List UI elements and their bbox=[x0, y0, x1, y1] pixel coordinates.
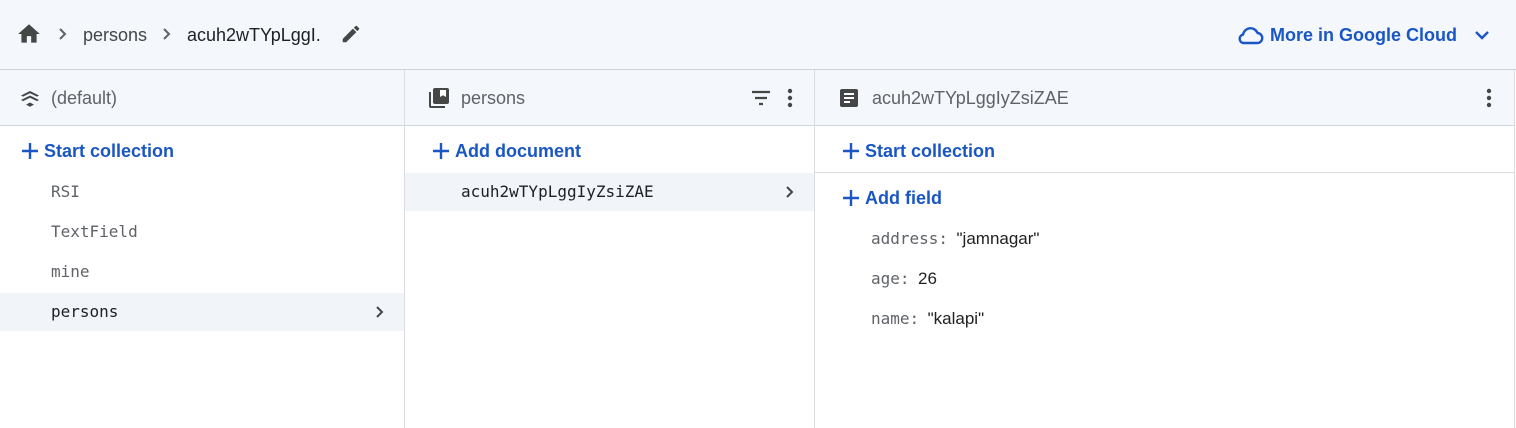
add-field-button[interactable]: Add field bbox=[841, 184, 942, 212]
section-divider bbox=[815, 172, 1514, 173]
pencil-icon[interactable] bbox=[340, 23, 362, 45]
collection-item-rsi[interactable]: RSI bbox=[0, 173, 404, 211]
collection-panel-header: persons bbox=[405, 70, 814, 126]
collection-icon bbox=[429, 88, 449, 108]
chevron-right-icon bbox=[786, 186, 794, 198]
field-row-address[interactable]: address: "jamnagar" bbox=[871, 229, 1039, 253]
collection-name: TextField bbox=[51, 222, 138, 241]
collection-more-button[interactable] bbox=[776, 84, 804, 112]
chevron-right-icon bbox=[163, 28, 171, 40]
document-title: acuh2wTYpLggIyZsiZAE bbox=[872, 88, 1069, 108]
firestore-console: persons acuh2wTYpLggI. More in Google Cl… bbox=[0, 0, 1516, 428]
cloud-icon bbox=[1238, 27, 1264, 45]
field-value: "kalapi" bbox=[927, 309, 985, 328]
breadcrumb-item-document: acuh2wTYpLggI. bbox=[187, 25, 321, 45]
start-collection-button[interactable]: Start collection bbox=[20, 137, 174, 165]
document-id: acuh2wTYpLggIyZsiZAE bbox=[461, 182, 654, 201]
field-key: address: bbox=[871, 229, 949, 248]
field-value: 26 bbox=[917, 269, 937, 288]
plus-icon bbox=[433, 143, 449, 159]
start-collection-label: Start collection bbox=[865, 141, 996, 161]
plus-icon bbox=[843, 143, 859, 159]
collection-title: persons bbox=[461, 88, 526, 108]
more-vert-icon bbox=[787, 88, 793, 108]
collection-item-textfield[interactable]: TextField bbox=[0, 213, 404, 251]
document-panel: acuh2wTYpLggIyZsiZAE Start collection Ad… bbox=[815, 70, 1515, 428]
field-value: "jamnagar" bbox=[956, 229, 1040, 248]
document-item[interactable]: acuh2wTYpLggIyZsiZAE bbox=[405, 173, 814, 211]
more-vert-icon bbox=[1486, 88, 1492, 108]
document-more-button[interactable] bbox=[1475, 84, 1503, 112]
collection-name: RSI bbox=[51, 182, 80, 201]
root-panel: (default) Start collection RSI TextField… bbox=[0, 70, 405, 428]
root-panel-header: (default) bbox=[0, 70, 404, 126]
document-panel-header: acuh2wTYpLggIyZsiZAE bbox=[815, 70, 1514, 126]
firestore-database-icon bbox=[21, 91, 39, 107]
add-document-button[interactable]: Add document bbox=[431, 137, 581, 165]
document-icon bbox=[840, 89, 858, 107]
chevron-down-icon bbox=[1475, 31, 1489, 40]
field-row-name[interactable]: name: "kalapi" bbox=[871, 309, 984, 333]
field-key: name: bbox=[871, 309, 920, 328]
more-in-google-cloud-label: More in Google Cloud bbox=[1270, 25, 1457, 45]
field-key: age: bbox=[871, 269, 910, 288]
plus-icon bbox=[843, 190, 859, 206]
database-title: (default) bbox=[51, 88, 118, 108]
add-document-label: Add document bbox=[455, 141, 581, 161]
start-subcollection-button[interactable]: Start collection bbox=[841, 137, 995, 165]
more-in-google-cloud-button[interactable]: More in Google Cloud bbox=[1236, 20, 1491, 50]
plus-icon bbox=[22, 143, 38, 159]
collection-item-persons[interactable]: persons bbox=[0, 293, 404, 331]
add-field-label: Add field bbox=[865, 188, 942, 208]
chevron-right-icon bbox=[59, 28, 67, 40]
collection-item-mine[interactable]: mine bbox=[0, 253, 404, 291]
start-collection-label: Start collection bbox=[44, 141, 175, 161]
breadcrumb-bar: persons acuh2wTYpLggI. More in Google Cl… bbox=[0, 0, 1516, 70]
field-row-age[interactable]: age: 26 bbox=[871, 269, 937, 293]
collection-name: persons bbox=[51, 302, 119, 321]
breadcrumb-item-persons[interactable]: persons bbox=[83, 23, 147, 47]
chevron-right-icon bbox=[376, 306, 384, 318]
filter-icon bbox=[752, 90, 770, 106]
collection-panel: persons Add document acuh2wTYpLggIyZsiZA… bbox=[405, 70, 815, 428]
collection-name: mine bbox=[51, 262, 90, 281]
home-icon[interactable] bbox=[16, 21, 42, 47]
filter-button[interactable] bbox=[747, 84, 775, 112]
